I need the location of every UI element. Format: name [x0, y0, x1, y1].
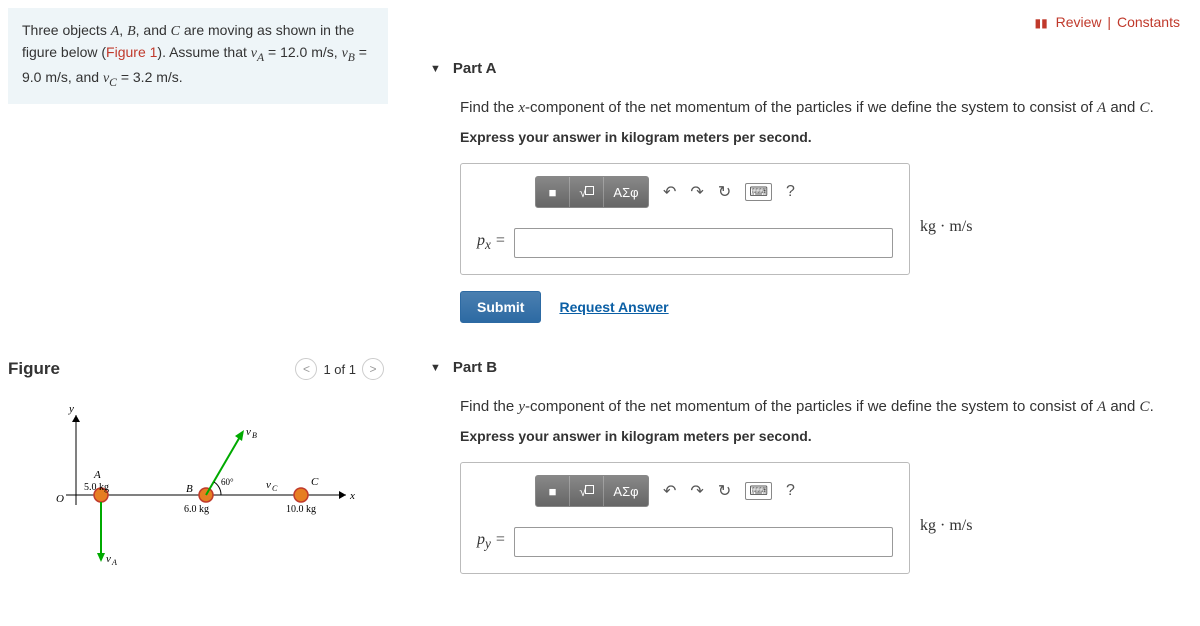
reset-button[interactable]: ↻	[718, 481, 731, 501]
problem-statement: Three objects A, B, and C are moving as …	[8, 8, 388, 104]
svg-text:C: C	[272, 484, 278, 493]
var-B: B	[127, 24, 136, 39]
svg-text:60°: 60°	[221, 477, 234, 487]
part-B: ▼ Part B Find the y-component of the net…	[430, 359, 1180, 590]
svg-text:x: x	[349, 490, 355, 502]
figure-header: Figure < 1 of 1 >	[8, 352, 388, 390]
answer-input-A[interactable]	[514, 228, 893, 258]
answer-variable-label: px =	[477, 232, 506, 253]
book-icon: ▮▮	[1035, 16, 1048, 30]
part-B-instruction: Express your answer in kilogram meters p…	[460, 428, 1180, 444]
request-answer-link-A[interactable]: Request Answer	[559, 299, 668, 315]
svg-text:10.0 kg: 10.0 kg	[286, 504, 316, 515]
keyboard-button[interactable]: ⌨	[745, 482, 772, 500]
part-A: ▼ Part A Find the x-component of the net…	[430, 60, 1180, 323]
svg-text:C: C	[311, 476, 319, 488]
templates-button[interactable]: ■	[536, 177, 570, 207]
text: Three objects	[22, 22, 111, 38]
keyboard-button[interactable]: ⌨	[745, 183, 772, 201]
collapse-icon: ▼	[430, 362, 441, 374]
svg-text:v: v	[246, 426, 251, 438]
answer-input-B[interactable]	[514, 527, 893, 557]
part-B-header[interactable]: ▼ Part B	[430, 359, 1180, 376]
answer-toolbar: ■ √ ΑΣφ ↶ ↷ ↻ ⌨ ?	[535, 475, 893, 507]
part-B-title: Part B	[453, 359, 497, 376]
help-button[interactable]: ?	[786, 183, 795, 201]
svg-text:A: A	[111, 558, 117, 567]
svg-text:A: A	[93, 469, 101, 481]
text: = 12.0 m/s,	[264, 44, 341, 60]
radical-button[interactable]: √	[570, 177, 604, 207]
header-links: ▮▮ Review | Constants	[1035, 14, 1180, 30]
svg-text:B: B	[186, 483, 193, 495]
text: , and	[136, 22, 171, 38]
templates-button[interactable]: ■	[536, 476, 570, 506]
radical-button[interactable]: √	[570, 476, 604, 506]
part-A-title: Part A	[453, 60, 497, 77]
format-tool-group: ■ √ ΑΣφ	[535, 176, 649, 208]
undo-button[interactable]: ↶	[663, 481, 676, 501]
submit-button-A[interactable]: Submit	[460, 291, 541, 323]
figure-image: y x O A 5.0 kg v A B 6.0 kg v B 60° C	[8, 390, 368, 570]
redo-button[interactable]: ↷	[690, 182, 703, 202]
part-B-prompt: Find the y-component of the net momentum…	[460, 396, 1180, 418]
svg-text:5.0 kg: 5.0 kg	[84, 482, 109, 493]
answer-variable-label: py =	[477, 531, 506, 552]
unit-label-A: kg · m/s	[920, 218, 972, 236]
svg-text:B: B	[252, 431, 257, 440]
part-A-instruction: Express your answer in kilogram meters p…	[460, 129, 1180, 145]
var-A: A	[111, 24, 120, 39]
figure-nav: < 1 of 1 >	[295, 358, 384, 380]
sub: C	[109, 76, 117, 89]
constants-link[interactable]: Constants	[1117, 14, 1180, 30]
unit-label-B: kg · m/s	[920, 517, 972, 535]
svg-text:v: v	[266, 479, 271, 491]
greek-button[interactable]: ΑΣφ	[604, 177, 648, 207]
text: ). Assume that	[157, 44, 250, 60]
part-A-header[interactable]: ▼ Part A	[430, 60, 1180, 77]
text: = 3.2 m/s.	[117, 69, 183, 85]
answer-box-B: ■ √ ΑΣφ ↶ ↷ ↻ ⌨ ? py =	[460, 462, 910, 574]
figure-count: 1 of 1	[323, 362, 356, 377]
answer-toolbar: ■ √ ΑΣφ ↶ ↷ ↻ ⌨ ?	[535, 176, 893, 208]
parts-container: ▼ Part A Find the x-component of the net…	[430, 60, 1180, 626]
figure-link[interactable]: Figure 1	[106, 44, 157, 60]
collapse-icon: ▼	[430, 63, 441, 75]
figure-next-button[interactable]: >	[362, 358, 384, 380]
figure-title: Figure	[8, 359, 60, 379]
figure-prev-button[interactable]: <	[295, 358, 317, 380]
figure-panel: Figure < 1 of 1 > y x O A 5.0 kg v A	[8, 352, 388, 570]
answer-box-A: ■ √ ΑΣφ ↶ ↷ ↻ ⌨ ? px =	[460, 163, 910, 275]
format-tool-group: ■ √ ΑΣφ	[535, 475, 649, 507]
greek-button[interactable]: ΑΣφ	[604, 476, 648, 506]
help-button[interactable]: ?	[786, 482, 795, 500]
reset-button[interactable]: ↻	[718, 182, 731, 202]
sub: B	[348, 51, 355, 64]
svg-text:O: O	[56, 493, 64, 505]
svg-text:v: v	[106, 553, 111, 565]
review-link[interactable]: Review	[1056, 14, 1102, 30]
text: ,	[119, 22, 127, 38]
svg-text:y: y	[68, 403, 74, 415]
separator: |	[1107, 14, 1111, 30]
var-C: C	[171, 24, 180, 39]
part-A-prompt: Find the x-component of the net momentum…	[460, 97, 1180, 119]
redo-button[interactable]: ↷	[690, 481, 703, 501]
svg-text:6.0 kg: 6.0 kg	[184, 504, 209, 515]
undo-button[interactable]: ↶	[663, 182, 676, 202]
